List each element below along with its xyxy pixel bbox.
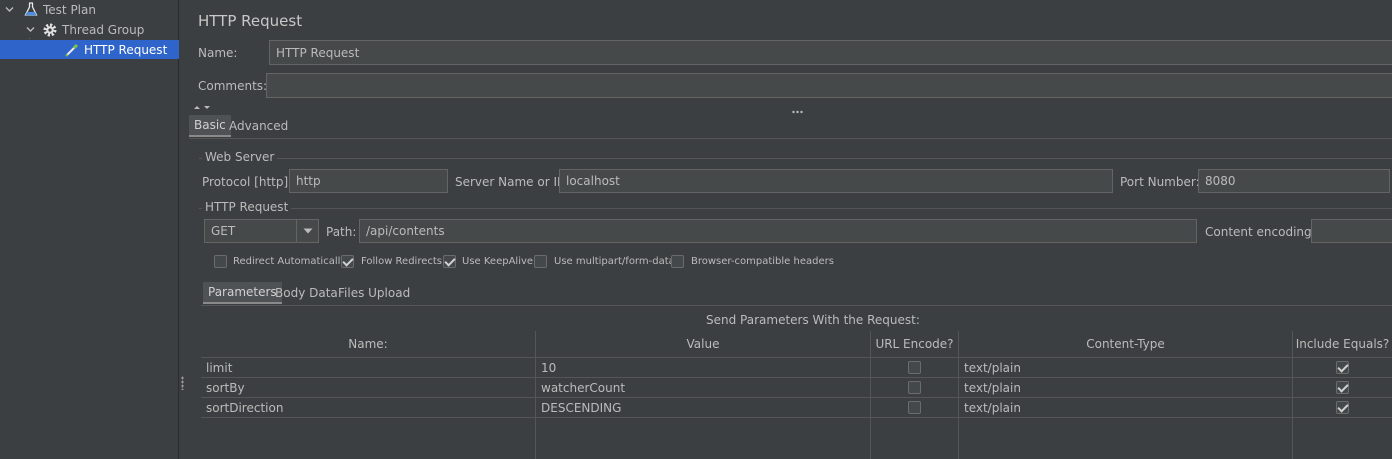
http-request-editor: HTTP Request Name: HTTP Request Comments… [187,0,1392,459]
tree-item-label: Test Plan [43,2,96,17]
page-title: HTTP Request [198,12,303,30]
url-encode-checkbox[interactable] [908,401,921,414]
option-label: Follow Redirects [361,256,442,267]
name-field[interactable]: HTTP Request [269,40,1392,65]
include-equals-checkbox[interactable] [1336,381,1349,394]
port-number-label: Port Number: [1120,175,1200,189]
cell-content-type[interactable]: text/plain [959,358,1293,378]
cell-url-encode[interactable] [871,358,959,378]
tree-item-http-request[interactable]: HTTP Request [0,40,179,59]
panel-splitter[interactable] [179,0,187,459]
tab-divider [189,138,1392,139]
tab-divider [201,305,1392,306]
method-select[interactable]: GET [204,219,319,243]
test-plan-tree[interactable]: Test Plan Thread Group HTTP Request [0,0,179,459]
protocol-field[interactable]: http [289,169,448,193]
params-caption: Send Parameters With the Request: [706,313,920,327]
option-label: Use multipart/form-data [554,256,675,267]
cell-param-value[interactable]: DESCENDING [536,398,871,418]
tree-item-label: Thread Group [62,22,145,37]
port-number-field[interactable]: 8080 [1198,169,1390,193]
url-encode-checkbox[interactable] [908,361,921,374]
name-label: Name: [198,46,238,60]
column-header-value[interactable]: Value [536,331,871,358]
option-label: Browser-compatible headers [691,256,834,267]
cell-content-type[interactable]: text/plain [959,398,1293,418]
include-equals-checkbox[interactable] [1336,401,1349,414]
tree-item-thread-group[interactable]: Thread Group [0,20,179,39]
comments-field[interactable] [266,73,1392,98]
gear-icon [42,22,58,38]
protocol-label: Protocol [http]: [202,175,293,189]
path-label: Path: [326,225,357,239]
cell-param-name[interactable]: limit [201,358,536,378]
splitter-grip-icon[interactable] [791,104,805,114]
flask-icon [23,2,39,18]
group-border [199,208,1392,209]
cell-include-equals[interactable] [1293,378,1392,398]
follow-redirects-checkbox[interactable] [341,255,354,268]
comments-label: Comments: [198,79,268,93]
cell-url-encode[interactable] [871,398,959,418]
tab-files-upload[interactable]: Files Upload [333,282,415,304]
cell-param-name[interactable]: sortBy [201,378,536,398]
method-value: GET [211,224,236,238]
parameters-table[interactable]: Name: Value URL Encode? Content-Type Inc… [201,331,1392,459]
option-label: Redirect Automatically [233,256,347,267]
use-keepalive-checkbox[interactable] [443,255,456,268]
cell-include-equals[interactable] [1293,358,1392,378]
cell-url-encode[interactable] [871,378,959,398]
tab-body-data[interactable]: Body Data [270,282,343,304]
server-name-label: Server Name or IP: [455,175,569,189]
server-name-field[interactable]: localhost [559,169,1113,193]
dropdown-arrow-icon[interactable] [296,220,318,242]
tab-advanced[interactable]: Advanced [224,115,293,137]
cell-include-equals[interactable] [1293,398,1392,418]
cell-param-value[interactable]: 10 [536,358,871,378]
column-header-content-type[interactable]: Content-Type [959,331,1293,358]
browser-compatible-headers-checkbox[interactable] [671,255,684,268]
collapse-arrows-icon[interactable] [193,102,215,112]
path-field[interactable]: /api/contents [359,219,1197,243]
content-encoding-field[interactable] [1311,219,1392,243]
chevron-down-icon[interactable] [25,25,35,35]
chevron-down-icon[interactable] [4,5,14,15]
web-server-group-title: Web Server [202,150,278,164]
column-header-url-encode[interactable]: URL Encode? [871,331,959,358]
tree-item-label: HTTP Request [84,42,168,57]
cell-param-name[interactable]: sortDirection [201,398,536,418]
tree-item-test-plan[interactable]: Test Plan [0,0,179,19]
pipette-icon [64,42,80,58]
redirect-automatically-checkbox[interactable] [214,255,227,268]
option-label: Use KeepAlive [462,256,534,267]
group-border [199,158,1392,159]
use-multipart-checkbox[interactable] [534,255,547,268]
content-encoding-label: Content encoding: [1205,225,1316,239]
cell-param-value[interactable]: watcherCount [536,378,871,398]
column-header-include-equals[interactable]: Include Equals? [1293,331,1392,358]
url-encode-checkbox[interactable] [908,381,921,394]
http-request-group-title: HTTP Request [202,200,292,214]
cell-content-type[interactable]: text/plain [959,378,1293,398]
column-header-name[interactable]: Name: [201,331,536,358]
splitter-grip-icon[interactable] [181,376,184,390]
include-equals-checkbox[interactable] [1336,361,1349,374]
